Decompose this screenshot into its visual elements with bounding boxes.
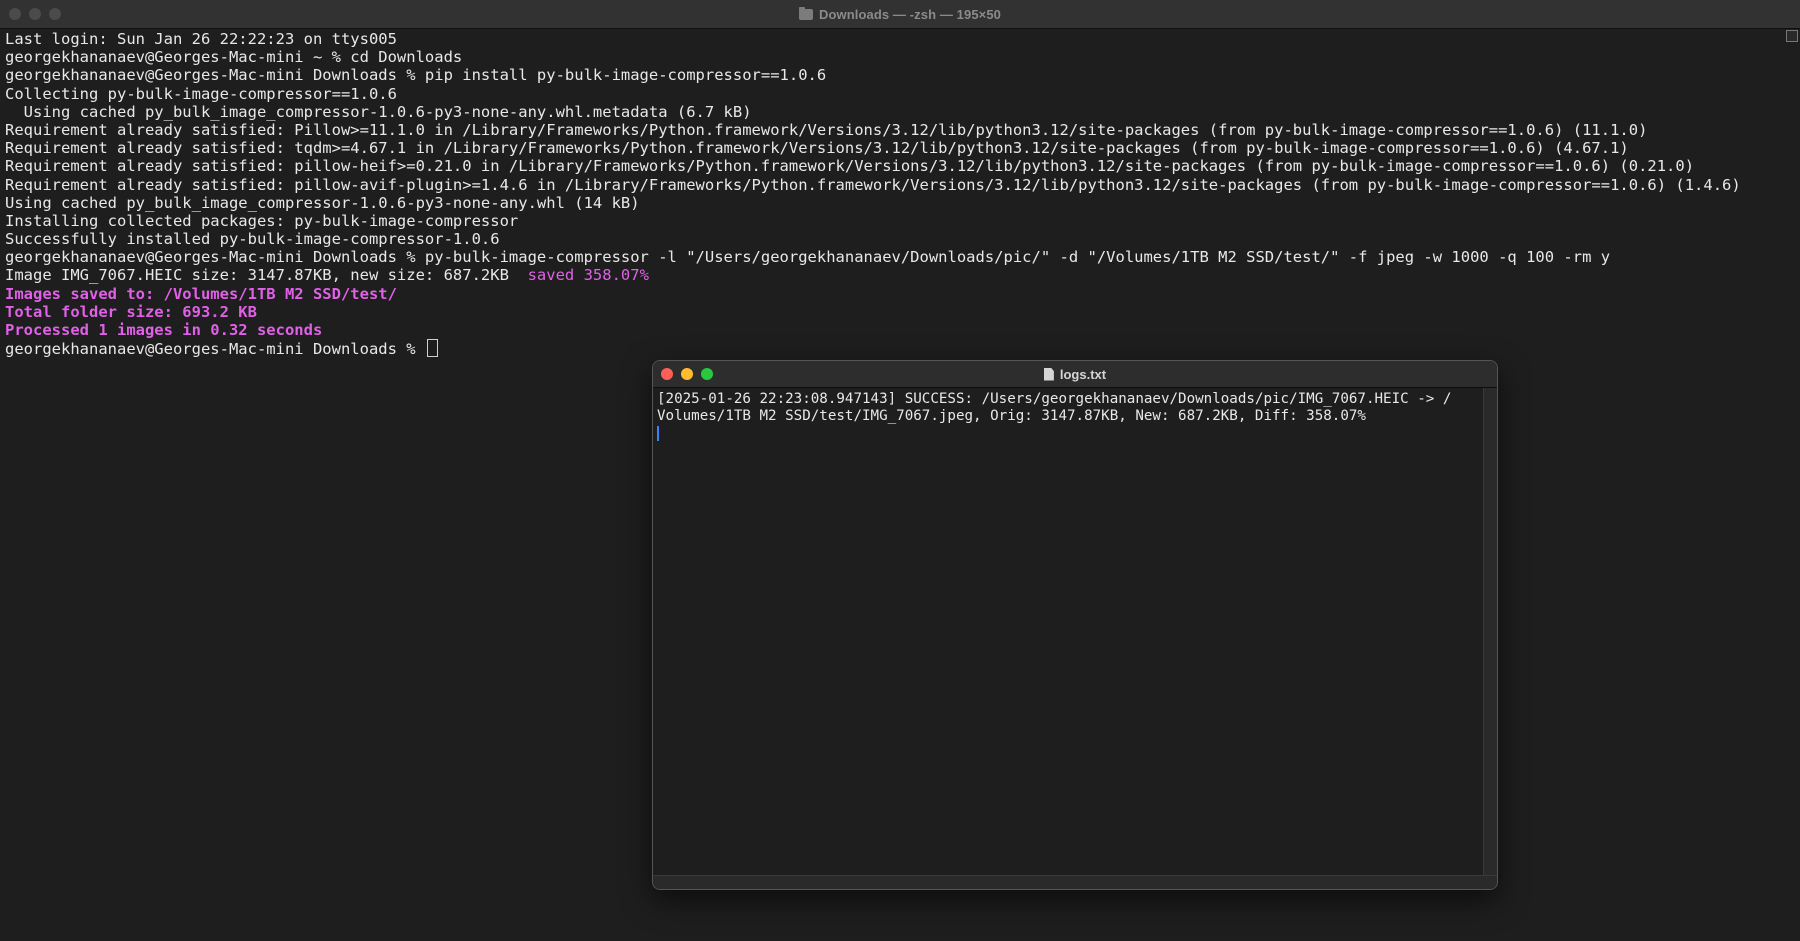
zoom-button[interactable] bbox=[49, 8, 61, 20]
terminal-line: Using cached py_bulk_image_compressor-1.… bbox=[5, 193, 640, 212]
saved-percent-text: saved 358.07% bbox=[527, 266, 649, 285]
log-line: [2025-01-26 22:23:08.947143] SUCCESS: /U… bbox=[657, 391, 1452, 407]
terminal-line-image: Image IMG_7067.HEIC size: 3147.87KB, new… bbox=[5, 266, 1780, 284]
log-vertical-scrollbar[interactable] bbox=[1483, 388, 1497, 875]
terminal-prompt-line[interactable]: georgekhananaev@Georges-Mac-mini Downloa… bbox=[5, 339, 1780, 357]
log-window[interactable]: logs.txt [2025-01-26 22:23:08.947143] SU… bbox=[652, 360, 1498, 890]
terminal-line: Successfully installed py-bulk-image-com… bbox=[5, 230, 500, 249]
document-icon bbox=[1043, 367, 1054, 381]
log-window-controls bbox=[661, 368, 713, 380]
terminal-line: georgekhananaev@Georges-Mac-mini Downloa… bbox=[5, 66, 827, 85]
terminal-output[interactable]: Last login: Sun Jan 26 22:22:23 on ttys0… bbox=[5, 30, 1780, 357]
log-horizontal-scrollbar[interactable] bbox=[653, 875, 1497, 889]
log-minimize-button[interactable] bbox=[681, 368, 693, 380]
terminal-line: Collecting py-bulk-image-compressor==1.0… bbox=[5, 84, 397, 103]
log-zoom-button[interactable] bbox=[701, 368, 713, 380]
prompt-text: georgekhananaev@Georges-Mac-mini Downloa… bbox=[5, 340, 425, 358]
terminal-titlebar[interactable]: Downloads — -zsh — 195×50 bbox=[0, 0, 1800, 29]
terminal-line: Requirement already satisfied: pillow-av… bbox=[5, 175, 1741, 194]
terminal-line: Installing collected packages: py-bulk-i… bbox=[5, 211, 519, 230]
terminal-title: Downloads — -zsh — 195×50 bbox=[818, 6, 1002, 22]
cursor-block bbox=[426, 339, 438, 358]
minimize-button[interactable] bbox=[29, 8, 41, 20]
terminal-line-summary: Images saved to: /Volumes/1TB M2 SSD/tes… bbox=[5, 284, 397, 303]
terminal-window-controls bbox=[9, 8, 61, 20]
terminal-line: Requirement already satisfied: pillow-he… bbox=[5, 157, 1695, 176]
image-size-text: Image IMG_7067.HEIC size: 3147.87KB, new… bbox=[5, 266, 528, 285]
terminal-line: georgekhananaev@Georges-Mac-mini ~ % cd … bbox=[5, 48, 463, 67]
log-close-button[interactable] bbox=[661, 368, 673, 380]
close-button[interactable] bbox=[9, 8, 21, 20]
terminal-line: Using cached py_bulk_image_compressor-1.… bbox=[5, 102, 752, 121]
folder-icon bbox=[798, 6, 813, 20]
terminal-line-summary: Total folder size: 693.2 KB bbox=[5, 302, 257, 321]
log-line: Volumes/1TB M2 SSD/test/IMG_7067.jpeg, O… bbox=[657, 407, 1366, 424]
terminal-line: Last login: Sun Jan 26 22:22:23 on ttys0… bbox=[5, 30, 397, 48]
terminal-line: georgekhananaev@Georges-Mac-mini Downloa… bbox=[5, 248, 1611, 267]
terminal-line: Requirement already satisfied: Pillow>=1… bbox=[5, 120, 1648, 139]
text-caret bbox=[657, 426, 659, 441]
log-title: logs.txt bbox=[1059, 366, 1107, 382]
terminal-line: Requirement already satisfied: tqdm>=4.6… bbox=[5, 139, 1629, 158]
scroll-corner-icon[interactable] bbox=[1786, 30, 1798, 42]
log-text-area[interactable]: [2025-01-26 22:23:08.947143] SUCCESS: /U… bbox=[657, 391, 1483, 875]
terminal-line-summary: Processed 1 images in 0.32 seconds bbox=[5, 321, 323, 339]
log-titlebar[interactable]: logs.txt bbox=[653, 361, 1497, 388]
